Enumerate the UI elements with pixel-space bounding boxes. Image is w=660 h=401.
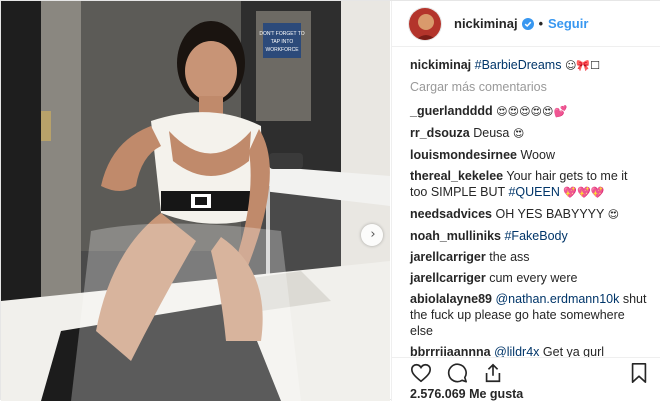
comment-item: _guerlandddd 😍😍😍😍😍💕	[410, 103, 648, 120]
comment-emoji: 😍😍😍😍😍💕	[496, 105, 568, 118]
bookmark-icon[interactable]	[628, 362, 650, 384]
heart-icon[interactable]	[410, 362, 432, 384]
comment-username[interactable]: bbrrriiaannna	[410, 345, 491, 357]
comment-text: Get ya gurl	[542, 345, 605, 357]
photo-illustration: DON'T FORGET TO TAP INTO WORKFORCE	[1, 1, 390, 401]
comment-username[interactable]: jarellcarriger	[410, 250, 486, 264]
comment-bubble-icon[interactable]	[446, 362, 468, 384]
header-username[interactable]: nickiminaj	[454, 16, 518, 31]
comment-emoji: 😍	[512, 127, 525, 140]
comment-username[interactable]: jarellcarriger	[410, 271, 486, 285]
caption-emoji: ☺🎀☐	[564, 59, 600, 72]
comment-text: OH YES BABYYYY	[495, 207, 605, 221]
comment-item: thereal_kekelee Your hair gets to me it …	[410, 168, 648, 201]
action-bar	[392, 357, 660, 383]
post-photo[interactable]: DON'T FORGET TO TAP INTO WORKFORCE ›	[1, 1, 390, 401]
post-side-panel: nickiminaj • Seguir nickiminaj #BarbieDr…	[391, 1, 660, 401]
instagram-post: DON'T FORGET TO TAP INTO WORKFORCE › nic…	[0, 0, 660, 401]
comment-username[interactable]: noah_mulliniks	[410, 229, 501, 243]
share-icon[interactable]	[482, 362, 504, 384]
comment-username[interactable]: thereal_kekelee	[410, 169, 503, 183]
comment-username[interactable]: rr_dsouza	[410, 126, 470, 140]
follow-button[interactable]: Seguir	[548, 16, 588, 31]
comment-username[interactable]: louismondesirnee	[410, 148, 517, 162]
svg-text:TAP INTO: TAP INTO	[271, 39, 294, 45]
load-more-comments-button[interactable]: Cargar más comentarios	[410, 79, 648, 95]
comment-item: louismondesirnee Woow	[410, 147, 648, 163]
comments-list[interactable]: nickiminaj #BarbieDreams ☺🎀☐ Cargar más …	[392, 57, 660, 357]
comment-item: rr_dsouza Deusa 😍	[410, 125, 648, 142]
comment-item: bbrrriiaannna @lildr4x Get ya gurl	[410, 344, 648, 357]
likes-count[interactable]: 2.576.069 Me gusta	[410, 387, 523, 401]
comment-username[interactable]: needsadvices	[410, 207, 492, 221]
next-photo-button[interactable]: ›	[361, 224, 383, 246]
caption-username[interactable]: nickiminaj	[410, 58, 471, 72]
chevron-right-icon: ›	[370, 227, 376, 242]
comment-text: cum every were	[489, 271, 578, 285]
comment-item: jarellcarriger the ass	[410, 249, 648, 265]
comment-item: noah_mulliniks #FakeBody	[410, 228, 648, 244]
comment-hashtag[interactable]: #QUEEN	[508, 185, 559, 199]
caption-hashtag[interactable]: #BarbieDreams	[475, 58, 562, 72]
avatar-image	[409, 7, 441, 40]
comment-text: the ass	[489, 250, 530, 264]
comment-emoji: 💖💖💖	[563, 186, 605, 199]
comment-item: jarellcarriger cum every were	[410, 270, 648, 286]
comment-mention[interactable]: @nathan.erdmann10k	[495, 292, 619, 306]
comment-item: abiolalayne89 @nathan.erdmann10k shut th…	[410, 291, 648, 339]
comment-username[interactable]: abiolalayne89	[410, 292, 492, 306]
svg-text:WORKFORCE: WORKFORCE	[265, 47, 299, 53]
avatar[interactable]	[408, 6, 442, 41]
comment-text: Woow	[520, 148, 555, 162]
separator-dot: •	[538, 16, 543, 31]
comment-username[interactable]: _guerlandddd	[410, 104, 493, 118]
verified-badge-icon	[521, 17, 534, 30]
comment-emoji: 😍	[607, 208, 620, 221]
caption: nickiminaj #BarbieDreams ☺🎀☐	[410, 57, 648, 74]
comment-mention[interactable]: @lildr4x	[494, 345, 539, 357]
post-header: nickiminaj • Seguir	[392, 1, 660, 47]
comment-item: needsadvices OH YES BABYYYY 😍	[410, 206, 648, 223]
comment-hashtag[interactable]: #FakeBody	[504, 229, 567, 243]
comment-text: Deusa	[473, 126, 510, 140]
photo-sign-text: DON'T FORGET TO	[259, 31, 304, 37]
